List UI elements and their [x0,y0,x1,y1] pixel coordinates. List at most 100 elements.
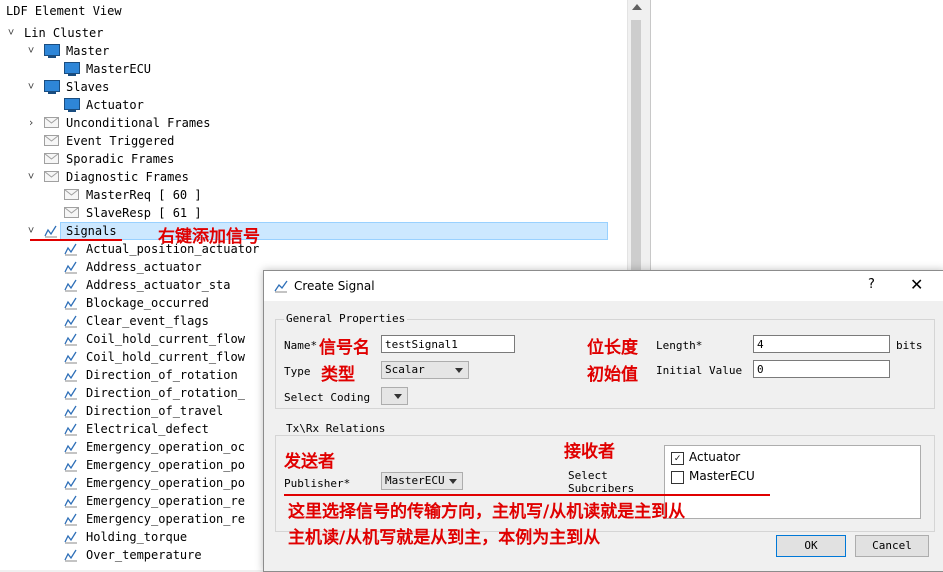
annotation-initial-value: 初始值 [587,365,638,385]
tree-node[interactable]: Actual_position_actuator [0,240,626,258]
tree-node-label: Address_actuator_sta [86,278,231,292]
tree-node[interactable]: ˅ Signals [0,222,626,240]
signal-icon [64,278,80,292]
subscriber-actuator-label: Actuator [689,450,741,464]
chevron-down-icon [394,394,402,399]
signal-icon [44,224,60,238]
tree-node[interactable]: Actuator [0,96,626,114]
envelope-icon [44,134,60,148]
initial-value-label: Initial Value [656,364,743,377]
annotation-note-line2: 主机读/从机写就是从到主，本例为主到从 [288,528,601,548]
tree-node[interactable]: ˅ Master [0,42,626,60]
ok-button[interactable]: OK [776,535,846,557]
expand-icon[interactable]: ˅ [26,222,36,240]
type-select-value: Scalar [385,363,425,376]
type-select[interactable]: Scalar [381,361,469,379]
tree-node-label: Emergency_operation_re [86,494,245,508]
subscribers-label-line1: Select [568,469,608,482]
publisher-select-value: MasterECU [385,474,445,487]
tree-node-label: Diagnostic Frames [66,170,189,184]
length-input[interactable]: 4 [753,335,890,353]
publisher-select[interactable]: MasterECU [381,472,463,490]
annotation-signal-name: 信号名 [319,338,370,358]
coding-label: Select Coding [284,391,371,404]
envelope-icon [64,206,80,220]
signal-icon [64,314,80,328]
tree-node-label: Emergency_operation_re [86,512,245,526]
monitor-icon [44,44,60,58]
annotation-right-click: 右键添加信号 [158,227,260,247]
monitor-icon [64,62,80,76]
envelope-icon [44,170,60,184]
tree-node[interactable]: MasterReq [ 60 ] [0,186,626,204]
checkbox-actuator[interactable]: ✓ [671,452,684,465]
tree-node-label: Direction_of_rotation_ [86,386,245,400]
annotation-note-line1: 这里选择信号的传输方向，主机写/从机读就是主到从 [288,502,686,522]
tree-node-label: Unconditional Frames [66,116,211,130]
annotation-receiver: 接收者 [564,442,615,462]
help-button[interactable]: ? [868,277,875,292]
publisher-label: Publisher* [284,477,351,490]
expand-icon[interactable]: › [26,114,36,132]
signal-icon [64,530,80,544]
tree-node[interactable]: SlaveResp [ 61 ] [0,204,626,222]
name-input[interactable]: testSignal1 [381,335,515,353]
tree-node[interactable]: Sporadic Frames [0,150,626,168]
tree-node-label: Actuator [86,98,144,112]
tree-node[interactable]: MasterECU [0,60,626,78]
tree-node-label: SlaveResp [ 61 ] [86,206,202,220]
tree-node[interactable]: ˅ Lin Cluster [0,24,626,42]
initial-value-input[interactable]: 0 [753,360,890,378]
signal-icon [274,280,288,293]
signal-icon [64,404,80,418]
tree-node[interactable]: › Unconditional Frames [0,114,626,132]
tree-node[interactable]: ˅ Slaves [0,78,626,96]
tree-node-label: Emergency_operation_po [86,476,245,490]
tree-node-label: Blockage_occurred [86,296,209,310]
bits-label: bits [896,339,923,352]
signal-icon [64,458,80,472]
expand-icon[interactable]: ˅ [6,24,16,42]
signal-icon [64,260,80,274]
signal-icon [64,368,80,382]
expand-icon[interactable]: ˅ [26,42,36,60]
tree-node-label: Signals [66,224,117,238]
close-button[interactable]: ✕ [910,275,923,294]
tree-node-label: Emergency_operation_po [86,458,245,472]
underline-signals [30,239,122,241]
signal-icon [64,332,80,346]
tree-node-label: Clear_event_flags [86,314,209,328]
tree-node-label: Address_actuator [86,260,202,274]
envelope-icon [44,116,60,130]
selection-highlight [60,222,608,240]
coding-select[interactable] [381,387,408,405]
signal-icon [64,494,80,508]
tree-node[interactable]: Event Triggered [0,132,626,150]
tree-node-label: Master [66,44,110,58]
tree-node-label: MasterECU [86,62,152,76]
length-label: Length* [656,339,703,352]
tree-node[interactable]: ˅ Diagnostic Frames [0,168,626,186]
monitor-icon [44,80,60,94]
cancel-button[interactable]: Cancel [855,535,929,557]
chevron-down-icon [449,479,457,484]
name-label: Name* [284,339,318,352]
envelope-icon [64,188,80,202]
scroll-thumb[interactable] [631,20,641,270]
tree-node-label: Lin Cluster [24,26,104,40]
signal-icon [64,440,80,454]
signal-icon [64,386,80,400]
checkbox-masterecu[interactable] [671,471,684,484]
expand-icon[interactable]: ˅ [26,78,36,96]
signal-icon [64,548,80,562]
tree-node-label: Over_temperature [86,548,202,562]
tree-node-label: Direction_of_rotation [86,368,238,382]
tree-node-label: Event Triggered [66,134,175,148]
signal-icon [64,242,80,256]
tree-node-label: Slaves [66,80,110,94]
scroll-up-icon[interactable] [632,4,642,10]
expand-icon[interactable]: ˅ [26,168,36,186]
subscribers-list[interactable]: ✓ Actuator MasterECU [664,445,921,519]
tree-node-label: Coil_hold_current_flow [86,332,245,346]
envelope-icon [44,152,60,166]
